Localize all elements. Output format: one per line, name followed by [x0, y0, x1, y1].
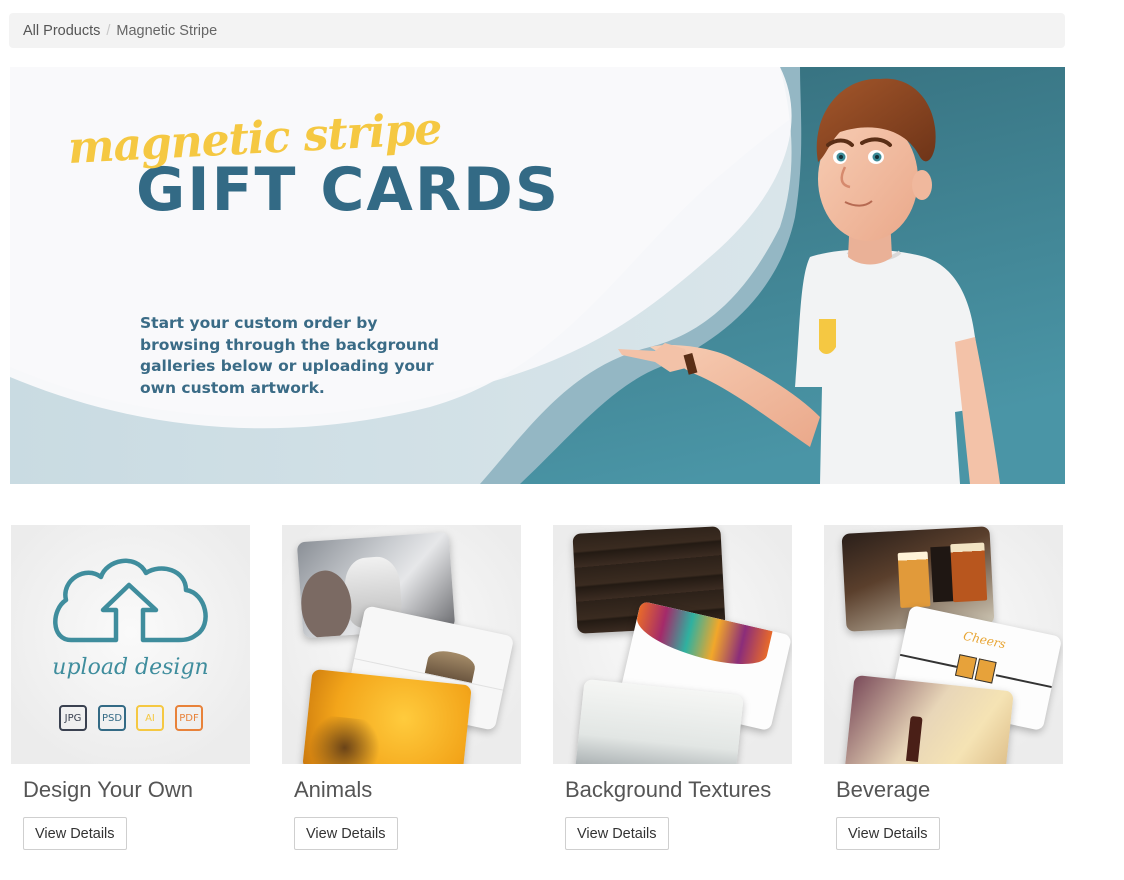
- upload-design-caption: upload design: [52, 655, 209, 680]
- view-details-button[interactable]: View Details: [294, 817, 398, 850]
- product-thumbnail[interactable]: upload design JPG PSD AI PDF: [11, 525, 250, 764]
- product-title: Background Textures: [565, 777, 772, 802]
- breadcrumb-current: Magnetic Stripe: [116, 22, 218, 39]
- format-badge-psd: PSD: [98, 705, 126, 731]
- view-details-button[interactable]: View Details: [836, 817, 940, 850]
- cloud-upload-icon: [53, 558, 208, 643]
- view-details-button[interactable]: View Details: [23, 817, 127, 850]
- view-details-button[interactable]: View Details: [565, 817, 669, 850]
- banner-tagline: Start your custom order by browsing thro…: [140, 314, 440, 397]
- product-thumbnail[interactable]: [282, 525, 521, 764]
- cheers-text: Cheers: [962, 628, 1007, 652]
- breadcrumb-all-products[interactable]: All Products: [23, 23, 100, 39]
- product-title: Animals: [294, 777, 373, 802]
- breadcrumb-separator: /: [106, 22, 111, 39]
- card-honeycomb: [302, 668, 472, 764]
- format-badge-pdf: PDF: [175, 705, 203, 731]
- product-card-design-your-own: upload design JPG PSD AI PDF Design Your…: [11, 525, 251, 850]
- breadcrumb: All Products / Magnetic Stripe: [9, 13, 1065, 48]
- product-thumbnail[interactable]: Cheers: [824, 525, 1063, 764]
- product-card-background-textures: Background Textures View Details: [553, 525, 793, 850]
- format-badge-ai: AI: [136, 705, 164, 731]
- product-thumbnail[interactable]: [553, 525, 792, 764]
- hero-banner: magnetic stripe GIFT CARDS Start your cu…: [10, 67, 1065, 484]
- product-card-animals: Animals View Details: [282, 525, 522, 850]
- product-title: Beverage: [836, 777, 931, 802]
- format-badge-jpg: JPG: [59, 705, 87, 731]
- product-card-beverage: Cheers Beverage View Details: [824, 525, 1064, 850]
- card-wine-picnic: [844, 674, 1014, 764]
- product-title: Design Your Own: [23, 777, 193, 802]
